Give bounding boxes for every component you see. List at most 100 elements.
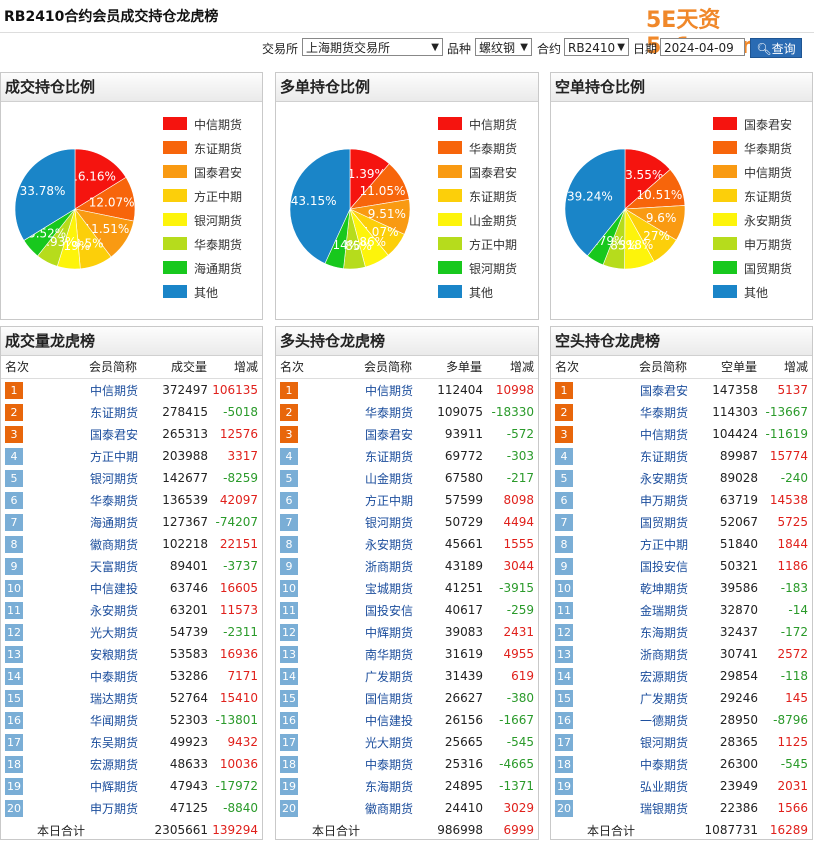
column-header: 增减	[758, 355, 812, 379]
member-name-link[interactable]: 徽商期货	[56, 533, 138, 555]
member-name-link[interactable]: 国泰君安	[606, 379, 688, 402]
member-name-link[interactable]: 山金期货	[331, 467, 413, 489]
member-name-link[interactable]: 国泰君安	[331, 423, 413, 445]
member-name-link[interactable]: 方正中期	[606, 533, 688, 555]
member-name-link[interactable]: 银河期货	[331, 511, 413, 533]
member-name-link[interactable]: 国投安信	[606, 555, 688, 577]
member-name-link[interactable]: 中辉期货	[331, 621, 413, 643]
member-name-link[interactable]: 中信期货	[331, 379, 413, 402]
table-panel-volume: 成交量龙虎榜 名次 会员简称 成交量 增减 1 中信期货 372497 106135 2 东证期货…	[0, 326, 263, 840]
member-name-link[interactable]: 中辉期货	[56, 775, 138, 797]
member-name-link[interactable]: 金瑞期货	[606, 599, 688, 621]
member-name-link[interactable]: 中泰期货	[331, 753, 413, 775]
change-cell: -380	[506, 691, 534, 705]
member-name-link[interactable]: 一德期货	[606, 709, 688, 731]
table-row: 9 天富期货 89401 -3737	[1, 555, 262, 577]
change-cell: 3029	[503, 801, 534, 815]
member-name-link[interactable]: 中泰期货	[56, 665, 138, 687]
member-name-link[interactable]: 国泰君安	[56, 423, 138, 445]
panel-title: 成交量龙虎榜	[1, 327, 262, 356]
member-name-link[interactable]: 东证期货	[56, 401, 138, 423]
member-name-link[interactable]: 宏源期货	[606, 665, 688, 687]
member-name-link[interactable]: 申万期货	[606, 489, 688, 511]
member-name-link[interactable]: 华泰期货	[331, 401, 413, 423]
member-name-link[interactable]: 永安期货	[56, 599, 138, 621]
volume-cell: 23949	[719, 779, 758, 793]
member-name-link[interactable]: 广发期货	[606, 687, 688, 709]
change-cell: -1371	[499, 779, 534, 793]
member-name-link[interactable]: 宏源期货	[56, 753, 138, 775]
query-button[interactable]: 🔍︎查询	[750, 38, 802, 58]
panel-title: 空单持仓比例	[551, 73, 812, 102]
member-name-link[interactable]: 瑞银期货	[606, 797, 688, 819]
rank-cell: 19	[276, 775, 331, 797]
member-name-link[interactable]: 安粮期货	[56, 643, 138, 665]
member-name-link[interactable]: 中信期货	[606, 423, 688, 445]
member-name-link[interactable]: 天富期货	[56, 555, 138, 577]
member-name-link[interactable]: 国投安信	[331, 599, 413, 621]
member-name-link[interactable]: 光大期货	[56, 621, 138, 643]
ranking-table: 名次 会员简称 空单量 增减 1 国泰君安 147358 5137 2 华泰期货 114303 -13…	[551, 355, 812, 841]
rank-cell: 1	[551, 379, 606, 402]
member-name-link[interactable]: 光大期货	[331, 731, 413, 753]
member-name-link[interactable]: 浙商期货	[606, 643, 688, 665]
member-name-link[interactable]: 中泰期货	[606, 753, 688, 775]
member-name-link[interactable]: 中信建投	[331, 709, 413, 731]
rank-cell: 16	[551, 709, 606, 731]
table-row: 2 华泰期货 109075 -18330	[276, 401, 538, 423]
member-name-link[interactable]: 永安期货	[331, 533, 413, 555]
member-name-link[interactable]: 东吴期货	[56, 731, 138, 753]
legend-label: 方正中期	[469, 238, 518, 252]
legend-label: 东证期货	[194, 142, 243, 156]
volume-cell: 112404	[437, 383, 483, 397]
member-name-link[interactable]: 广发期货	[331, 665, 413, 687]
member-name-link[interactable]: 方正中期	[56, 445, 138, 467]
volume-cell: 49923	[169, 735, 208, 749]
member-name-link[interactable]: 华闻期货	[56, 709, 138, 731]
member-name-link[interactable]: 东海期货	[606, 621, 688, 643]
date-input[interactable]: 2024-04-09	[660, 38, 745, 56]
member-name-link[interactable]: 浙商期货	[331, 555, 413, 577]
member-name-link[interactable]: 国贸期货	[606, 511, 688, 533]
rank-cell: 5	[1, 467, 56, 489]
member-name-link[interactable]: 华泰期货	[56, 489, 138, 511]
member-name-link[interactable]: 乾坤期货	[606, 577, 688, 599]
total-label: 本日合计	[37, 823, 86, 838]
member-name-link[interactable]: 瑞达期货	[56, 687, 138, 709]
member-name-link[interactable]: 华泰期货	[606, 401, 688, 423]
product-select[interactable]: 螺纹钢 ▼	[475, 38, 532, 56]
volume-cell: 69772	[444, 449, 483, 463]
rank-badge: 9	[555, 557, 573, 575]
rank-badge: 5	[5, 469, 23, 487]
volume-cell: 89987	[719, 449, 758, 463]
member-name-link[interactable]: 南华期货	[331, 643, 413, 665]
change-cell: 15774	[769, 449, 808, 463]
member-name-link[interactable]: 海通期货	[56, 511, 138, 533]
member-name-link[interactable]: 中信期货	[56, 379, 138, 402]
member-name-link[interactable]: 东证期货	[331, 445, 413, 467]
member-name-link[interactable]: 申万期货	[56, 797, 138, 819]
legend-swatch	[438, 237, 462, 250]
table-row: 20 徽商期货 24410 3029	[276, 797, 538, 819]
legend-label: 国泰君安	[469, 166, 518, 180]
contract-select[interactable]: RB2410 ▼	[564, 38, 629, 56]
member-name-link[interactable]: 银河期货	[56, 467, 138, 489]
member-name-link[interactable]: 东证期货	[606, 445, 688, 467]
member-name-link[interactable]: 中信建投	[56, 577, 138, 599]
member-name-link[interactable]: 永安期货	[606, 467, 688, 489]
table-row: 1 国泰君安 147358 5137	[551, 379, 812, 402]
member-name-link[interactable]: 银河期货	[606, 731, 688, 753]
pie-slice-label: 10.51%	[637, 188, 683, 202]
member-name-link[interactable]: 弘业期货	[606, 775, 688, 797]
member-name-link[interactable]: 方正中期	[331, 489, 413, 511]
legend-swatch	[713, 165, 737, 178]
member-name-link[interactable]: 徽商期货	[331, 797, 413, 819]
member-name-link[interactable]: 宝城期货	[331, 577, 413, 599]
legend-label: 中信期货	[194, 118, 243, 132]
member-name-link[interactable]: 国信期货	[331, 687, 413, 709]
table-row: 4 方正中期 203988 3317	[1, 445, 262, 467]
exchange-select[interactable]: 上海期货交易所 ▼	[302, 38, 443, 56]
member-name-link[interactable]: 东海期货	[331, 775, 413, 797]
column-header: 会员简称	[331, 355, 413, 379]
change-cell: 16605	[219, 581, 258, 595]
